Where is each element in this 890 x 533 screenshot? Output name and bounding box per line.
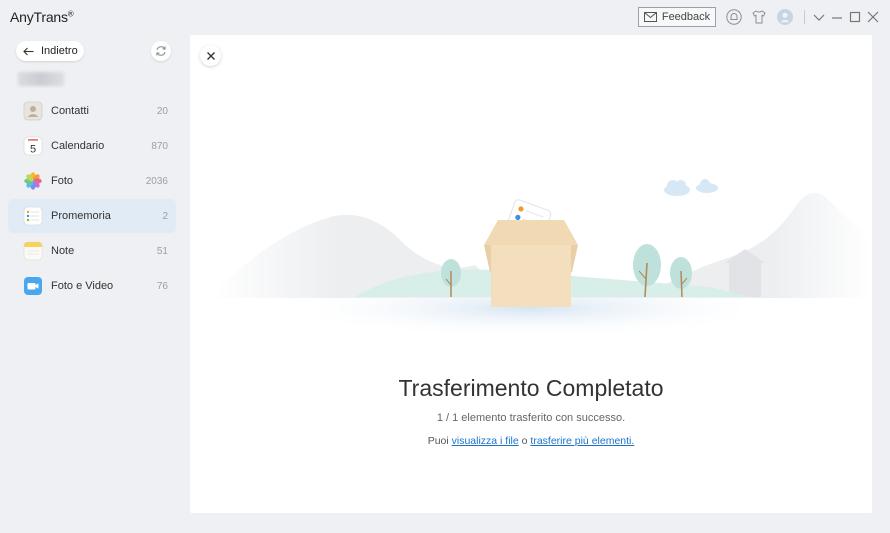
sidebar-item-label: Foto e Video: [51, 280, 114, 292]
minimize-icon[interactable]: [829, 9, 845, 25]
transfer-summary: 1 / 1 elemento trasferito con successo.: [436, 412, 626, 424]
transfer-more-link[interactable]: trasferire più elementi.: [530, 435, 634, 447]
maximize-icon[interactable]: [847, 9, 863, 25]
sidebar-item-count: 51: [156, 245, 168, 257]
toolbar-separator: [804, 10, 805, 24]
sidebar-item-count: 870: [151, 140, 168, 152]
sidebar-item-reminders[interactable]: Promemoria 2: [8, 199, 176, 233]
sidebar-item-photos[interactable]: Foto 2036: [8, 164, 176, 198]
sidebar-item-label: Promemoria: [51, 210, 111, 222]
close-result-button[interactable]: [200, 45, 221, 66]
reminders-icon: [23, 206, 43, 226]
sidebar-item-label: Note: [51, 245, 75, 257]
arrow-left-icon: [23, 47, 34, 55]
refresh-button[interactable]: [151, 41, 171, 61]
refresh-icon: [156, 46, 166, 56]
tshirt-skin-icon[interactable]: [751, 9, 767, 25]
sidebar-item-label: Contatti: [51, 105, 89, 117]
notes-icon: [23, 241, 43, 261]
sidebar-item-label: Foto: [51, 175, 74, 187]
transfer-complete-title: Trasferimento Completato: [398, 375, 664, 401]
back-label: Indietro: [41, 45, 78, 57]
close-window-icon[interactable]: [865, 9, 881, 25]
transfer-complete-illustration: [210, 145, 870, 350]
calendar-day-number: 5: [30, 144, 36, 156]
calendar-icon: 5: [23, 136, 43, 156]
sidebar-item-contacts[interactable]: Contatti 20: [8, 94, 176, 128]
title-bar: AnyTrans® Feedback: [0, 0, 890, 34]
trademark-symbol: ®: [67, 9, 74, 19]
device-name-blurred: [18, 72, 64, 86]
sidebar-item-calendar[interactable]: 5 Calendario 870: [8, 129, 176, 163]
app-name: AnyTrans: [10, 9, 68, 25]
photos-icon: [23, 171, 43, 191]
chevron-down-icon[interactable]: [811, 9, 827, 25]
transfer-result-panel: Trasferimento Completato 1 / 1 elemento …: [190, 35, 872, 513]
view-files-link[interactable]: visualizza i file: [452, 435, 519, 447]
account-avatar-icon[interactable]: [777, 9, 793, 25]
next-actions: Puoi visualizza i file o trasferire più …: [190, 435, 872, 447]
photo-video-icon: [23, 276, 43, 296]
notification-bell-icon[interactable]: [726, 9, 742, 25]
sidebar-item-photo-video[interactable]: Foto e Video 76: [8, 269, 176, 303]
sidebar-item-count: 20: [156, 105, 168, 117]
sidebar-item-label: Calendario: [51, 140, 105, 152]
sidebar-item-notes[interactable]: Note 51: [8, 234, 176, 268]
back-button[interactable]: Indietro: [16, 41, 84, 61]
app-title: AnyTrans®: [10, 9, 74, 25]
links-middle: o: [521, 435, 528, 447]
feedback-button[interactable]: Feedback: [638, 7, 716, 27]
sidebar-item-count: 2: [162, 210, 168, 222]
sidebar-item-count: 2036: [145, 175, 168, 187]
contacts-icon: [23, 101, 43, 121]
sidebar-item-count: 76: [156, 280, 168, 292]
mail-icon: [643, 12, 657, 22]
feedback-label: Feedback: [661, 11, 711, 23]
close-icon: [206, 51, 215, 60]
sidebar: Indietro Contatti 20 5 Calendario 870 Fo…: [0, 34, 184, 533]
links-prefix: Puoi: [427, 435, 449, 447]
